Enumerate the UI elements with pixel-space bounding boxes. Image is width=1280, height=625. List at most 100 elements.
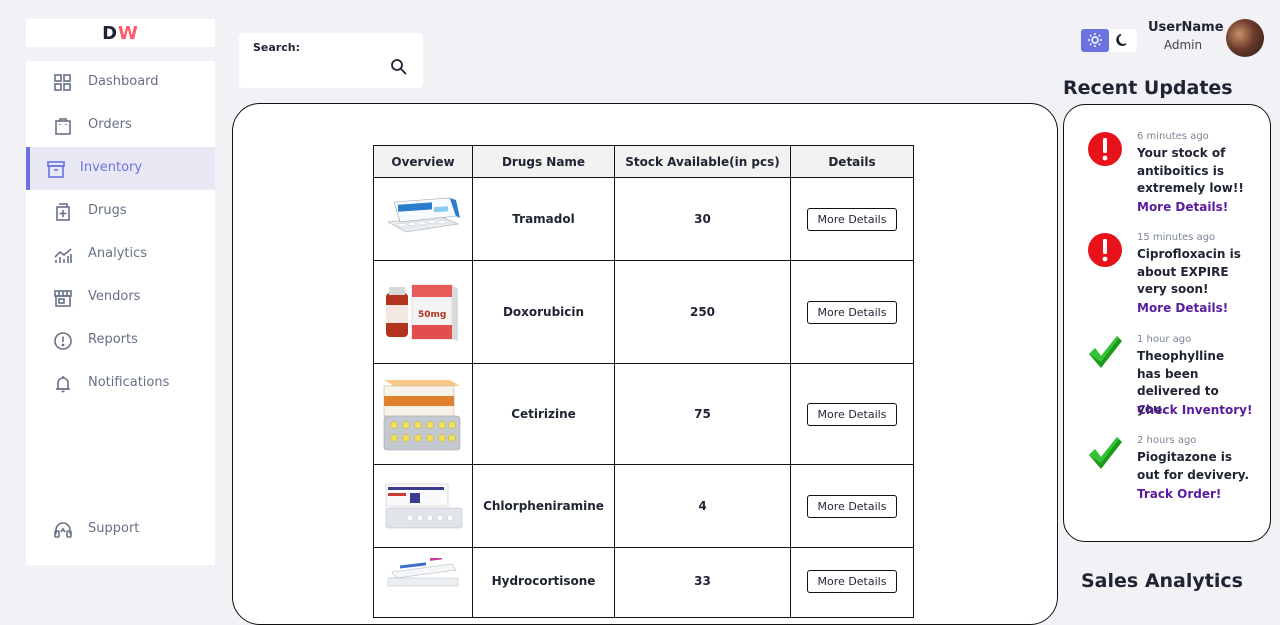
sidebar-item-analytics[interactable]: Analytics (26, 233, 215, 276)
store-icon (53, 288, 73, 308)
column-header-drugs-name: Drugs Name (472, 145, 615, 178)
drug-image-cetirizine (380, 376, 466, 452)
sidebar-item-label: Support (88, 521, 140, 536)
update-link[interactable]: Track Order! (1137, 487, 1221, 501)
sidebar-item-label: Inventory (80, 160, 143, 175)
checkmark-icon (1087, 334, 1123, 370)
grid-icon (53, 73, 73, 93)
sidebar-item-label: Dashboard (88, 74, 159, 89)
warning-icon (1087, 232, 1123, 268)
details-cell: More Details (790, 464, 914, 548)
update-time: 1 hour ago (1137, 334, 1192, 345)
more-details-button[interactable]: More Details (807, 494, 897, 518)
stock-cell: 33 (614, 547, 791, 618)
dark-mode-button[interactable] (1115, 32, 1131, 48)
bell-icon (53, 374, 73, 394)
table-row: Cetirizine 75 More Details (373, 363, 914, 465)
update-time: 2 hours ago (1137, 435, 1197, 446)
drug-thumbnail-cell (373, 547, 473, 618)
details-cell: More Details (790, 547, 914, 618)
medicine-icon (53, 202, 73, 222)
warning-icon (1087, 131, 1123, 167)
drug-name-cell: Hydrocortisone (472, 547, 615, 618)
drug-name-cell: Chlorpheniramine (472, 464, 615, 548)
details-cell: More Details (790, 363, 914, 465)
sidebar-item-reports[interactable]: Reports (26, 319, 215, 362)
sidebar-item-label: Orders (88, 117, 132, 132)
sidebar: Dashboard Orders Inventory Drugs Analyti… (26, 61, 215, 565)
drug-image-hydrocortisone (380, 548, 466, 588)
sidebar-item-inventory[interactable]: Inventory (26, 147, 215, 190)
update-message: Piogitazone is out for devivery. (1137, 450, 1250, 482)
more-details-button[interactable]: More Details (807, 207, 897, 231)
brand-letter-w: W (118, 22, 139, 44)
stock-cell: 4 (614, 464, 791, 548)
table-row: Tramadol 30 More Details (373, 177, 914, 261)
drug-image-chlorpheniramine (380, 480, 466, 532)
table-header-row: Overview Drugs Name Stock Available(in p… (373, 145, 914, 178)
checkmark-icon (1087, 435, 1123, 471)
update-link[interactable]: Check Inventory! (1137, 403, 1252, 417)
table-row: Hydrocortisone 33 More Details (373, 547, 914, 618)
drug-image-doxorubicin: 50mg (380, 279, 466, 345)
details-cell: More Details (790, 177, 914, 261)
drug-image-tramadol (380, 194, 466, 244)
svg-text:50mg: 50mg (418, 310, 446, 320)
theme-toggle[interactable] (1081, 29, 1137, 52)
update-time: 15 minutes ago (1137, 232, 1216, 243)
chart-icon (53, 245, 73, 265)
user-name: UserName (1148, 20, 1224, 35)
sidebar-item-support[interactable]: Support (26, 508, 215, 551)
table-row: 50mg Doxorubicin 250 More Details (373, 260, 914, 364)
sidebar-item-dashboard[interactable]: Dashboard (26, 61, 215, 104)
brand-letter-d: D (102, 22, 119, 44)
search-box: Search: (239, 33, 423, 88)
update-link[interactable]: More Details! (1137, 301, 1228, 315)
table-row: Chlorpheniramine 4 More Details (373, 464, 914, 548)
drug-name-cell: Doxorubicin (472, 260, 615, 364)
stock-cell: 250 (614, 260, 791, 364)
details-cell: More Details (790, 260, 914, 364)
update-time: 6 minutes ago (1137, 131, 1209, 142)
stock-cell: 75 (614, 363, 791, 465)
recent-updates-title: Recent Updates (1063, 77, 1233, 99)
inventory-table: Overview Drugs Name Stock Available(in p… (373, 145, 914, 618)
sidebar-item-label: Analytics (88, 246, 148, 261)
user-role: Admin (1163, 38, 1203, 52)
search-input[interactable] (251, 59, 385, 79)
search-icon[interactable] (390, 58, 408, 76)
sidebar-item-label: Drugs (88, 203, 127, 218)
more-details-button[interactable]: More Details (807, 300, 897, 324)
archive-icon (46, 159, 66, 179)
sidebar-item-notifications[interactable]: Notifications (26, 362, 215, 405)
column-header-details: Details (790, 145, 914, 178)
alert-circle-icon (53, 331, 73, 351)
column-header-overview: Overview (373, 145, 473, 178)
sidebar-item-label: Notifications (88, 375, 170, 390)
avatar[interactable] (1226, 19, 1264, 57)
more-details-button[interactable]: More Details (807, 402, 897, 426)
drug-thumbnail-cell (373, 363, 473, 465)
moon-icon (1116, 33, 1127, 46)
sidebar-item-label: Reports (88, 332, 138, 347)
drug-thumbnail-cell: 50mg (373, 260, 473, 364)
headset-icon (53, 520, 73, 540)
drug-thumbnail-cell (373, 177, 473, 261)
column-header-stock: Stock Available(in pcs) (614, 145, 791, 178)
sales-analytics-title: Sales Analytics (1081, 570, 1243, 592)
sun-icon (1088, 33, 1102, 47)
sidebar-item-drugs[interactable]: Drugs (26, 190, 215, 233)
stock-cell: 30 (614, 177, 791, 261)
shopping-bag-icon (53, 116, 73, 136)
brand-logo[interactable]: DW (26, 19, 215, 47)
search-label: Search: (253, 41, 300, 54)
update-link[interactable]: More Details! (1137, 200, 1228, 214)
sidebar-item-orders[interactable]: Orders (26, 104, 215, 147)
drug-name-cell: Cetirizine (472, 363, 615, 465)
sidebar-item-label: Vendors (88, 289, 141, 304)
update-message: Ciprofloxacin is about EXPIRE very soon! (1137, 247, 1241, 296)
sidebar-item-vendors[interactable]: Vendors (26, 276, 215, 319)
drug-name-cell: Tramadol (472, 177, 615, 261)
light-mode-button[interactable] (1081, 29, 1109, 52)
update-message: Your stock of antiboitics is extremely l… (1137, 146, 1244, 195)
